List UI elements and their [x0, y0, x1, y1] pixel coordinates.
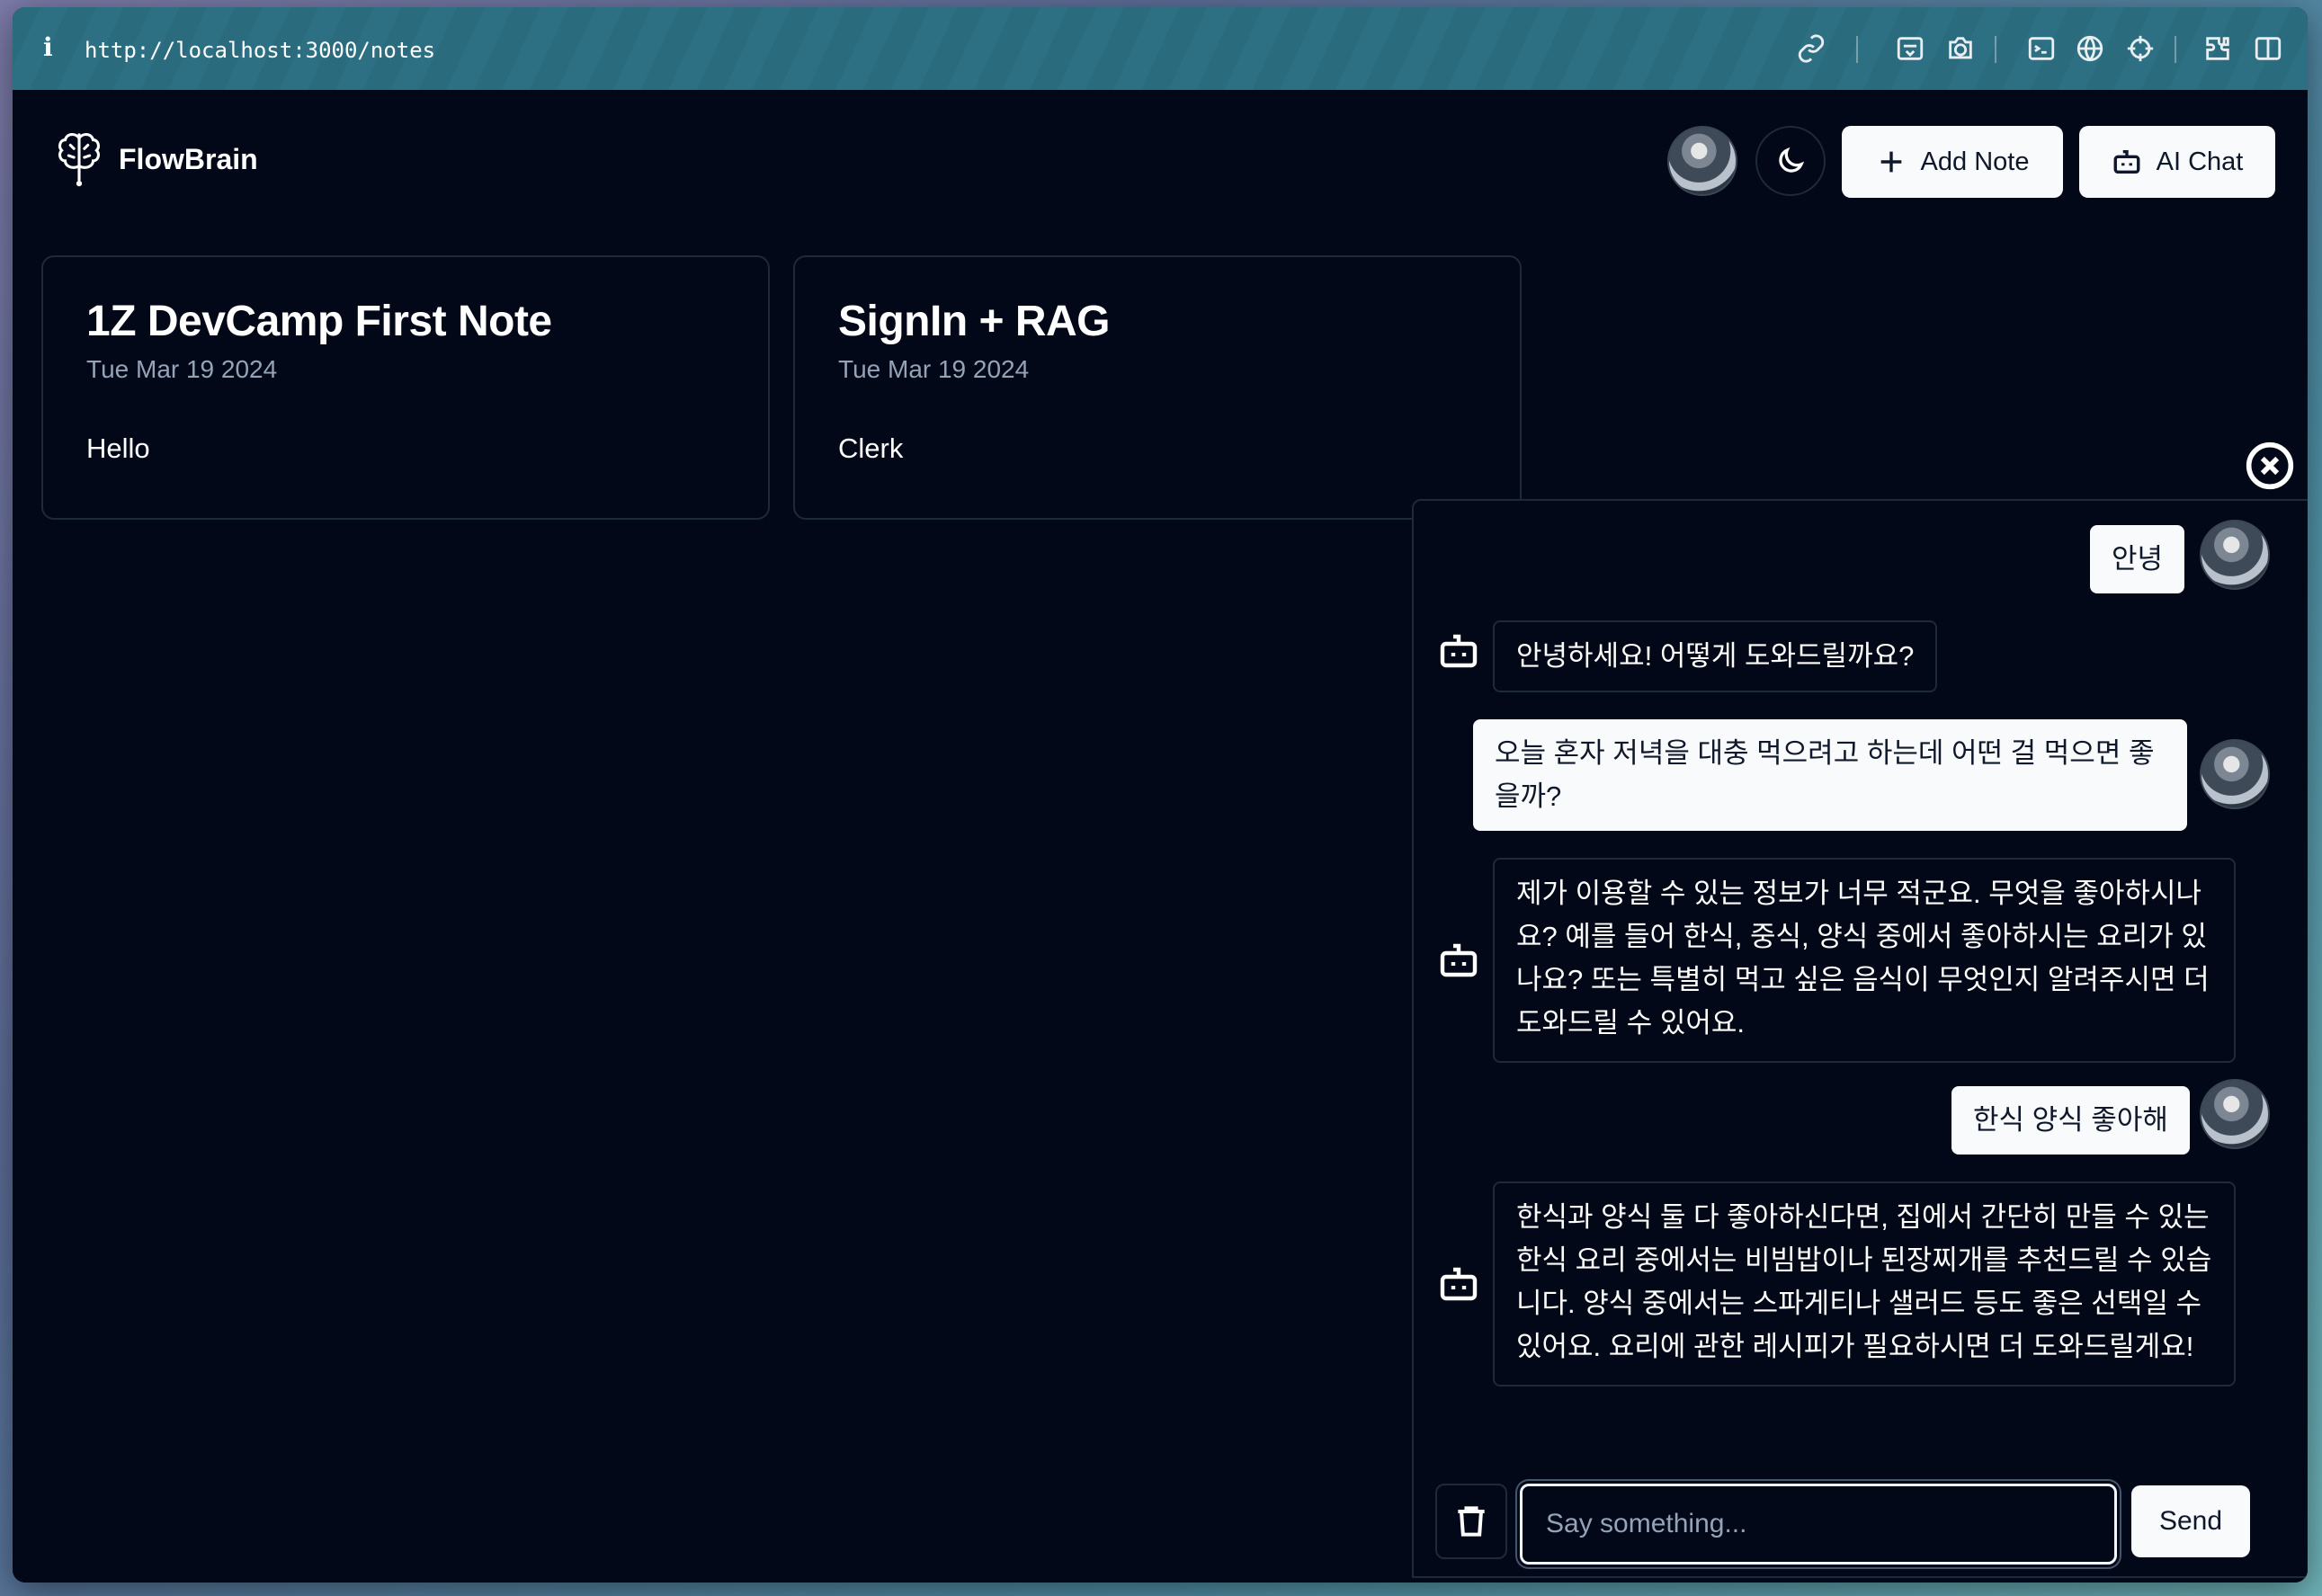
user-message: 한식 양식 좋아해: [1951, 1086, 2190, 1155]
responsive-icon[interactable]: [1892, 31, 1928, 67]
user-message: 안녕: [2090, 525, 2185, 593]
trash-icon: [1458, 1506, 1485, 1537]
note-title: SignIn + RAG: [838, 298, 1111, 345]
assistant-message: 제가 이용할 수 있는 정보가 너무 적군요. 무엇을 좋아하시나 요? 예를 …: [1493, 858, 2236, 1063]
message-line: 한식과 양식 둘 다 좋아하신다면, 집에서 간단히 만들 수 있는: [1516, 1201, 2210, 1233]
note-body: Clerk: [838, 432, 904, 464]
message-line: 있어요. 요리에 관한 레시피가 필요하시면 더 도와드릴게요!: [1516, 1331, 2194, 1362]
assistant-message: 안녕하세요! 어떻게 도와드릴까요?: [1493, 620, 1938, 692]
bot-icon: [1437, 1262, 1480, 1306]
message-line: 오늘 혼자 저녁을 대충 먹으려고 하는데 어떤 걸 먹으면 좋: [1495, 737, 2155, 769]
app-page: FlowBrain Add Note AI Chat 1Z DevCamp Fi…: [13, 90, 2308, 1583]
toolbar-divider: [2175, 36, 2176, 63]
browser-window: i http://localhost:3000/notes FlowBrain …: [13, 7, 2308, 1583]
message-line: 을까?: [1495, 780, 1562, 812]
toolbar-divider: [1995, 36, 1996, 63]
bot-icon: [1437, 629, 1480, 673]
user-avatar[interactable]: [1667, 126, 1737, 196]
crosshair-icon[interactable]: [2122, 31, 2158, 67]
split-view-icon[interactable]: [2250, 31, 2286, 67]
extensions-icon[interactable]: [2200, 31, 2236, 67]
message-line: 도와드릴 수 있어요.: [1516, 1007, 1745, 1039]
url-bar: i http://localhost:3000/notes: [13, 7, 2308, 90]
user-avatar: [2200, 520, 2270, 590]
assistant-message: 한식과 양식 둘 다 좋아하신다면, 집에서 간단히 만들 수 있는 한식 요리…: [1493, 1181, 2236, 1386]
brand[interactable]: FlowBrain: [54, 128, 258, 192]
message-line: 니다. 양식 중에서는 스파게티나 샐러드 등도 좋은 선택일 수: [1516, 1288, 2201, 1319]
note-title: 1Z DevCamp First Note: [86, 298, 552, 345]
close-chat-button[interactable]: [2245, 441, 2295, 491]
plus-icon: [1880, 151, 1901, 173]
link-icon[interactable]: [1793, 31, 1829, 67]
ai-chat-label: AI Chat: [2156, 147, 2244, 176]
clear-chat-button[interactable]: [1435, 1484, 1507, 1559]
note-card[interactable]: SignIn + RAG Tue Mar 19 2024 Clerk: [793, 255, 1522, 520]
bot-icon: [1437, 939, 1480, 982]
console-icon[interactable]: [2023, 31, 2059, 67]
note-card[interactable]: 1Z DevCamp First Note Tue Mar 19 2024 He…: [41, 255, 770, 520]
moon-icon: [1779, 147, 1805, 173]
add-note-button[interactable]: Add Note: [1842, 126, 2063, 198]
chat-message-input[interactable]: [1520, 1484, 2117, 1565]
message-line: 나요? 또는 특별히 먹고 싶은 음식이 무엇인지 알려주시면 더: [1516, 964, 2210, 995]
toolbar-divider: [1856, 36, 1858, 63]
message-line: 요? 예를 들어 한식, 중식, 양식 중에서 좋아하시는 요리가 있: [1516, 921, 2207, 952]
add-note-label: Add Note: [1920, 147, 2030, 176]
chat-input-row: Send: [1435, 1484, 2299, 1565]
camera-icon[interactable]: [1942, 31, 1978, 67]
note-date: Tue Mar 19 2024: [838, 355, 1030, 383]
note-date: Tue Mar 19 2024: [86, 355, 278, 383]
send-button[interactable]: Send: [2131, 1485, 2250, 1557]
user-avatar: [2200, 1079, 2270, 1149]
brand-name: FlowBrain: [119, 143, 258, 175]
info-icon[interactable]: i: [43, 32, 53, 62]
theme-toggle-button[interactable]: [1755, 126, 1826, 196]
ai-chat-button[interactable]: AI Chat: [2079, 126, 2275, 198]
user-avatar: [2200, 739, 2270, 809]
globe-icon[interactable]: [2072, 31, 2108, 67]
bot-icon: [2113, 149, 2140, 174]
user-message: 오늘 혼자 저녁을 대충 먹으려고 하는데 어떤 걸 먹으면 좋 을까?: [1473, 719, 2187, 831]
note-body: Hello: [86, 432, 150, 464]
close-circle-icon: [2246, 441, 2294, 490]
brain-logo-icon: [54, 128, 104, 192]
message-line: 제가 이용할 수 있는 정보가 너무 적군요. 무엇을 좋아하시나: [1516, 878, 2201, 909]
message-line: 한식 요리 중에서는 비빔밥이나 된장찌개를 추천드릴 수 있습: [1516, 1244, 2212, 1276]
url-text[interactable]: http://localhost:3000/notes: [85, 38, 435, 63]
